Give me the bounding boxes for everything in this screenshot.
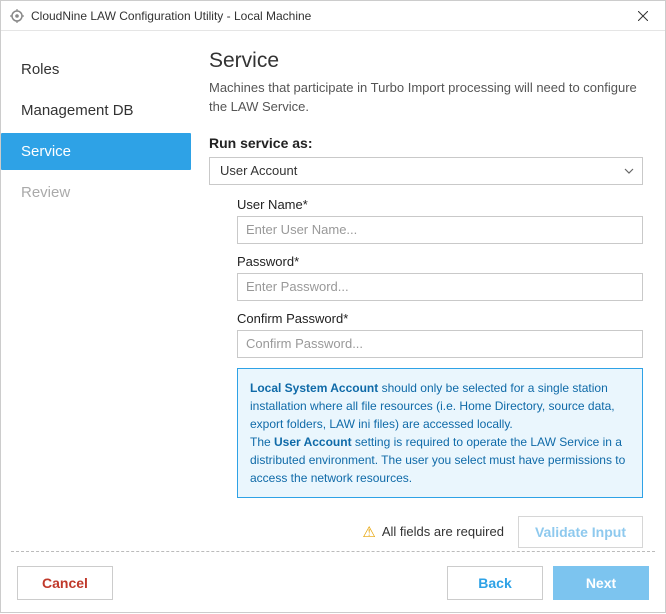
sidebar-item-service[interactable]: Service <box>1 133 191 170</box>
footer-right: Back Next <box>447 566 649 600</box>
window-title: CloudNine LAW Configuration Utility - Lo… <box>31 9 311 23</box>
validate-row: ⚠ All fields are required Validate Input <box>209 516 643 548</box>
page-subtitle: Machines that participate in Turbo Impor… <box>209 79 643 117</box>
close-button[interactable] <box>621 1 665 31</box>
info-bold-1: Local System Account <box>250 381 378 395</box>
warning-icon: ⚠ <box>362 523 375 541</box>
content: Roles Management DB Service Review Servi… <box>1 31 665 551</box>
sidebar-item-management-db[interactable]: Management DB <box>1 92 191 129</box>
page-title: Service <box>209 49 643 73</box>
password-input[interactable] <box>237 273 643 301</box>
password-label: Password* <box>237 254 643 269</box>
next-button[interactable]: Next <box>553 566 649 600</box>
password-field: Password* <box>237 254 643 301</box>
run-as-label: Run service as: <box>209 135 643 151</box>
sidebar-item-review: Review <box>1 174 191 211</box>
confirm-password-label: Confirm Password* <box>237 311 643 326</box>
username-field: User Name* <box>237 197 643 244</box>
main-panel: Service Machines that participate in Tur… <box>191 31 665 551</box>
cancel-button[interactable]: Cancel <box>17 566 113 600</box>
info-prefix-2: The <box>250 435 274 449</box>
run-as-select-value: User Account <box>220 163 297 178</box>
back-button[interactable]: Back <box>447 566 543 600</box>
info-box: Local System Account should only be sele… <box>237 368 643 498</box>
confirm-password-input[interactable] <box>237 330 643 358</box>
chevron-down-icon <box>624 165 634 177</box>
footer: Cancel Back Next <box>1 552 665 614</box>
run-as-select[interactable]: User Account <box>209 157 643 185</box>
username-label: User Name* <box>237 197 643 212</box>
info-bold-2: User Account <box>274 435 352 449</box>
sidebar-item-roles[interactable]: Roles <box>1 51 191 88</box>
close-icon <box>638 8 648 24</box>
validate-input-button[interactable]: Validate Input <box>518 516 643 548</box>
titlebar: CloudNine LAW Configuration Utility - Lo… <box>1 1 665 31</box>
confirm-password-field: Confirm Password* <box>237 311 643 358</box>
sidebar: Roles Management DB Service Review <box>1 31 191 551</box>
warning-text: All fields are required <box>382 524 504 539</box>
warning: ⚠ All fields are required <box>362 523 504 541</box>
app-icon <box>9 8 25 24</box>
titlebar-left: CloudNine LAW Configuration Utility - Lo… <box>9 8 311 24</box>
username-input[interactable] <box>237 216 643 244</box>
